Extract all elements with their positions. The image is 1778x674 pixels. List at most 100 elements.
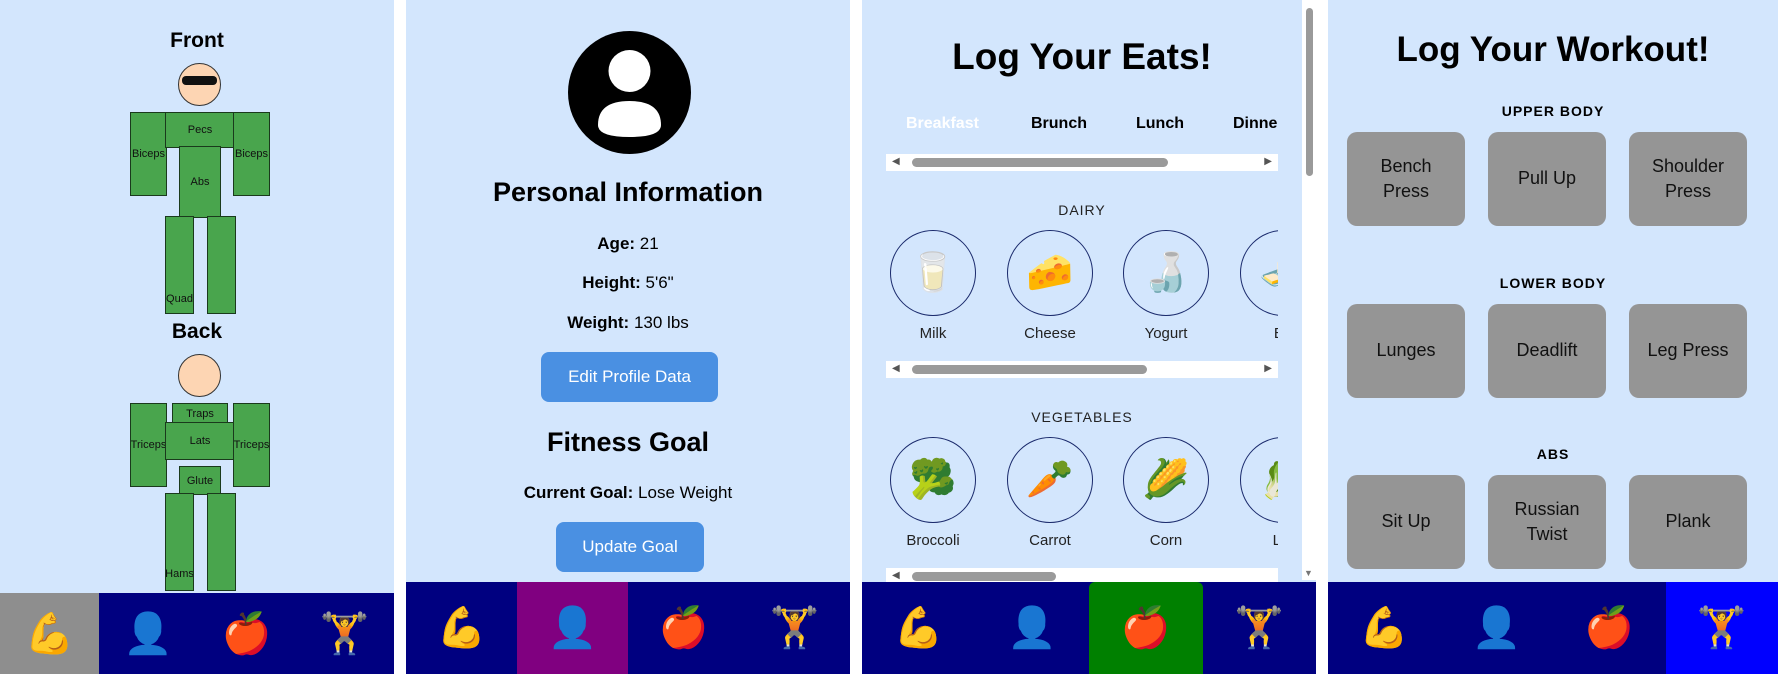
weight-row: Weight: 130 lbs [406, 313, 850, 333]
cheese-icon: 🧀 [1026, 252, 1074, 294]
height-label: Height: [582, 273, 641, 292]
nav-food-tab[interactable]: 🍎 [628, 582, 739, 674]
exercise-shoulder-press-button[interactable]: Shoulder Press [1629, 132, 1747, 226]
muscle-traps[interactable]: Traps [172, 403, 228, 424]
profile-avatar-icon[interactable] [568, 31, 691, 154]
age-value: 21 [639, 234, 659, 253]
nav-profile-tab[interactable]: 👤 [99, 593, 197, 674]
food-lettuce-button[interactable]: 🥬 [1240, 437, 1278, 523]
person-icon: 👤 [123, 611, 174, 656]
meal-tabs-scrollbar[interactable]: ◀ ▶ [886, 154, 1278, 171]
food-carrot-button[interactable]: 🥕 [1007, 437, 1093, 523]
nav-workout-tab[interactable]: 🏋️ [1203, 582, 1317, 674]
vegetables-clip: 🥬 Let [1240, 433, 1278, 559]
dairy-scrollbar[interactable]: ◀ ▶ [886, 361, 1278, 378]
broccoli-icon: 🥦 [909, 459, 957, 501]
log-workout-screen: Log Your Workout! UPPER BODY Bench Press… [1328, 0, 1778, 674]
exercise-bench-press-button[interactable]: Bench Press [1347, 132, 1465, 226]
food-butter-button[interactable]: 🧈 [1240, 230, 1278, 316]
food-broccoli-button[interactable]: 🥦 [890, 437, 976, 523]
app-stage: Front Biceps Pecs Biceps Abs Quad Back T… [0, 0, 1778, 674]
flexed-biceps-icon: 💪 [893, 606, 944, 650]
muscle-map-screen: Front Biceps Pecs Biceps Abs Quad Back T… [0, 0, 394, 674]
nav-profile-tab[interactable]: 👤 [976, 582, 1090, 674]
food-yogurt-label: Yogurt [1144, 325, 1188, 342]
flexed-biceps-icon: 💪 [1359, 606, 1410, 650]
exercise-leg-press-button[interactable]: Leg Press [1629, 304, 1747, 398]
muscle-triceps-right[interactable]: Triceps [233, 403, 270, 487]
upper-body-label: UPPER BODY [1501, 103, 1605, 119]
food-milk-button[interactable]: 🥛 [890, 230, 976, 316]
milk-icon: 🥛 [909, 252, 957, 294]
update-goal-button[interactable]: Update Goal [556, 522, 704, 572]
scroll-down-arrow-icon[interactable]: ▼ [1304, 568, 1313, 578]
food-carrot-label: Carrot [1029, 532, 1071, 549]
nav-strength-tab[interactable]: 💪 [406, 582, 517, 674]
nav-workout-tab[interactable]: 🏋️ [1665, 582, 1778, 674]
bottom-nav: 💪 👤 🍎 🏋️ [0, 593, 394, 674]
muscle-abs[interactable]: Abs [179, 146, 221, 218]
exercise-lunges-button[interactable]: Lunges [1347, 304, 1465, 398]
food-yogurt-button[interactable]: 🍶 [1123, 230, 1209, 316]
scroll-thumb[interactable] [912, 158, 1168, 167]
meal-tab-brunch[interactable]: Brunch [1031, 115, 1087, 133]
edit-profile-button[interactable]: Edit Profile Data [541, 352, 718, 402]
muscle-triceps-left[interactable]: Triceps [130, 403, 167, 487]
scroll-thumb[interactable] [1306, 8, 1313, 176]
muscle-quad-right[interactable] [207, 216, 236, 314]
nav-food-tab[interactable]: 🍎 [197, 593, 295, 674]
scroll-thumb[interactable] [912, 365, 1147, 374]
lower-body-label: LOWER BODY [1499, 275, 1607, 291]
nav-strength-tab[interactable]: 💪 [0, 593, 99, 674]
page-vertical-scrollbar[interactable]: ▼ [1302, 0, 1316, 580]
food-broccoli-label: Broccoli [906, 532, 960, 549]
nav-profile-tab[interactable]: 👤 [1441, 582, 1554, 674]
goal-row: Current Goal: Lose Weight [406, 483, 850, 503]
nav-strength-tab[interactable]: 💪 [1328, 582, 1441, 674]
bottom-nav: 💪 👤 🍎 🏋️ [862, 582, 1316, 674]
profile-screen: Personal Information Age: 21 Height: 5'6… [406, 0, 850, 674]
log-eats-screen: Log Your Eats! Breakfast Brunch Lunch Di… [862, 0, 1316, 674]
nav-profile-tab[interactable]: 👤 [517, 582, 628, 674]
personal-info-title: Personal Information [492, 177, 764, 207]
abs-label: ABS [1536, 446, 1570, 462]
nav-strength-tab[interactable]: 💪 [862, 582, 976, 674]
nav-food-tab[interactable]: 🍎 [1553, 582, 1666, 674]
exercise-plank-button[interactable]: Plank [1629, 475, 1747, 569]
weight-value: 130 lbs [633, 313, 689, 332]
goal-label: Current Goal: [523, 483, 634, 502]
lettuce-icon: 🥬 [1259, 458, 1278, 502]
exercise-deadlift-button[interactable]: Deadlift [1488, 304, 1606, 398]
muscle-quad-left[interactable]: Quad [165, 216, 194, 314]
exercise-pull-up-button[interactable]: Pull Up [1488, 132, 1606, 226]
back-title: Back [171, 320, 223, 343]
carrot-icon: 🥕 [1026, 459, 1074, 501]
vegetables-label: VEGETABLES [1031, 409, 1133, 425]
sunglasses-icon [182, 76, 217, 85]
exercise-sit-up-button[interactable]: Sit Up [1347, 475, 1465, 569]
muscle-biceps-right[interactable]: Biceps [233, 112, 270, 196]
meal-tab-lunch[interactable]: Lunch [1136, 115, 1184, 133]
nav-workout-tab[interactable]: 🏋️ [296, 593, 394, 674]
nav-workout-tab[interactable]: 🏋️ [739, 582, 850, 674]
muscle-biceps-left[interactable]: Biceps [130, 112, 167, 196]
food-butter-label: Bu [1240, 325, 1278, 342]
eats-title: Log Your Eats! [952, 36, 1212, 77]
food-corn-button[interactable]: 🌽 [1123, 437, 1209, 523]
exercise-russian-twist-button[interactable]: Russian Twist [1488, 475, 1606, 569]
meal-tab-breakfast[interactable]: Breakfast [906, 115, 979, 133]
weightlifter-icon: 🏋️ [1234, 606, 1285, 650]
food-milk-label: Milk [919, 325, 947, 342]
muscle-pecs[interactable]: Pecs [165, 112, 235, 148]
back-head [178, 354, 221, 397]
food-corn-label: Corn [1149, 532, 1183, 549]
muscle-lats[interactable]: Lats [165, 422, 235, 460]
muscle-hams-left[interactable]: Hams [165, 493, 194, 591]
nav-food-tab[interactable]: 🍎 [1089, 582, 1203, 674]
muscle-hams-right[interactable] [207, 493, 236, 591]
meal-tab-dinner[interactable]: Dinne [1233, 115, 1277, 133]
food-cheese-button[interactable]: 🧀 [1007, 230, 1093, 316]
muscle-glute[interactable]: Glute [179, 466, 221, 495]
flexed-biceps-icon: 💪 [24, 611, 75, 656]
scroll-thumb[interactable] [912, 572, 1056, 581]
